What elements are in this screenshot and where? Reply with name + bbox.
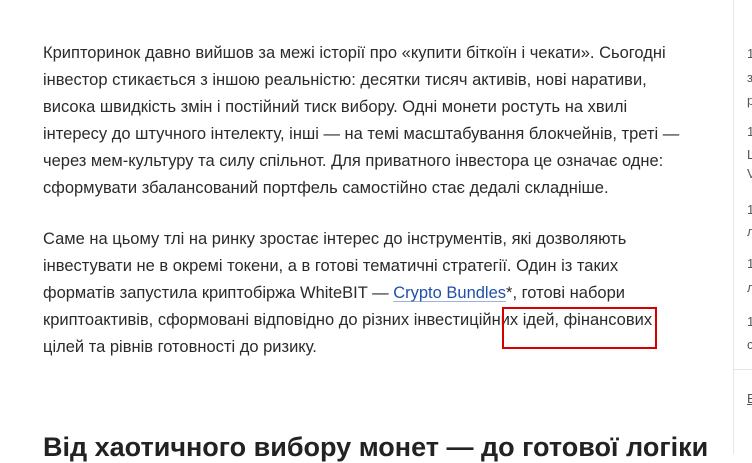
paragraph-intro: Крипторинок давно вийшов за межі історії…	[43, 44, 680, 197]
sidebar-item-3[interactable]: 1	[747, 202, 752, 218]
sidebar-item-4[interactable]: 1	[747, 256, 752, 272]
section-heading: Від хаотичного вибору монет — до готової…	[43, 432, 709, 462]
sidebar-bottom-rule	[733, 369, 752, 370]
sidebar-item-4-line2: л	[747, 280, 752, 295]
sidebar-link[interactable]: Б	[747, 391, 752, 407]
sidebar-item-2-line2: L	[747, 147, 752, 162]
sidebar-item-2[interactable]: 1	[747, 124, 752, 140]
sidebar-item-1-line3: р	[747, 93, 752, 108]
sidebar-item-3-line2: л	[747, 224, 752, 239]
sidebar-divider	[733, 0, 734, 454]
sidebar-item-5[interactable]: 1	[747, 314, 752, 330]
sidebar-item-1-line2: з	[747, 70, 752, 85]
sidebar-item-1[interactable]: 1	[747, 46, 752, 62]
link-highlight-box	[502, 307, 657, 349]
sidebar-item-5-line2: с	[747, 337, 752, 352]
sidebar-item-2-line3: V	[747, 166, 752, 181]
crypto-bundles-link[interactable]: Crypto Bundles	[393, 284, 506, 302]
